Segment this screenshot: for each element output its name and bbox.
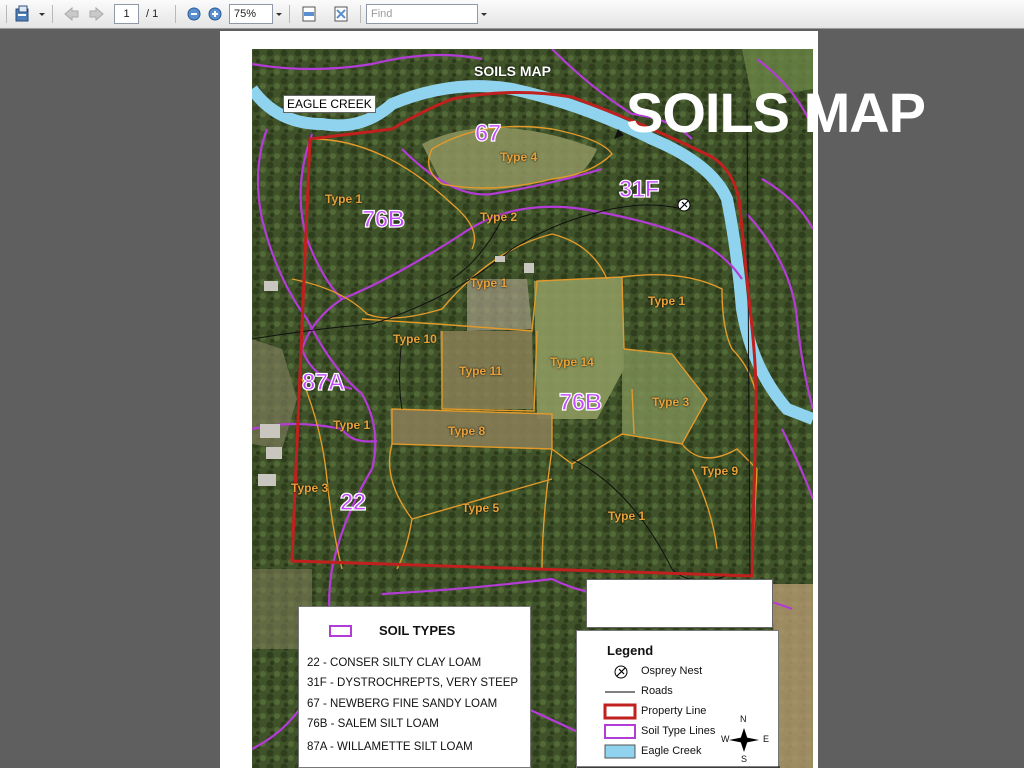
- type-label: Type 1: [608, 509, 646, 523]
- page-number-input[interactable]: 1: [114, 4, 139, 24]
- type-label: Type 5: [462, 501, 500, 515]
- previous-page-icon[interactable]: [62, 5, 80, 23]
- compass-icon: [729, 728, 759, 752]
- type-label: Type 1: [648, 294, 686, 308]
- legend-item-soil-type-lines: Soil Type Lines: [641, 725, 716, 737]
- soils-map-image: SOILS MAP EAGLE CREEK Type 4 Type 1 Type…: [252, 49, 813, 768]
- chevron-down-icon[interactable]: [481, 13, 487, 16]
- chevron-down-icon[interactable]: [39, 13, 45, 16]
- legend-item-property-line: Property Line: [641, 705, 707, 717]
- type-label: Type 1: [470, 276, 508, 290]
- legend-item-roads: Roads: [641, 685, 673, 697]
- type-label: Type 3: [291, 481, 329, 495]
- tools-menu-icon[interactable]: [14, 5, 32, 23]
- soil-code-label: 87A: [301, 368, 345, 396]
- type-label: Type 1: [325, 192, 363, 206]
- toolbar-separator: [6, 5, 7, 23]
- blank-label-box: [586, 579, 773, 628]
- soil-type-item: 76B - SALEM SILT LOAM: [307, 718, 439, 730]
- toolbar-separator: [289, 5, 290, 23]
- next-page-icon[interactable]: [88, 5, 106, 23]
- slide-title: SOILS MAP: [626, 81, 926, 144]
- toolbar-separator: [52, 5, 53, 23]
- fit-width-icon[interactable]: [300, 5, 318, 23]
- type-label: Type 9: [701, 464, 739, 478]
- fit-page-icon[interactable]: [332, 5, 350, 23]
- creek-label: EAGLE CREEK: [283, 95, 376, 113]
- soil-type-item: 87A - WILLAMETTE SILT LOAM: [307, 741, 473, 753]
- type-label: Type 4: [500, 150, 538, 164]
- zoom-in-icon[interactable]: [206, 5, 224, 23]
- map-legend: Legend Osprey Nest Roads Property Line S…: [576, 630, 780, 768]
- compass-west: W: [721, 734, 730, 744]
- soil-code-label: 67: [474, 119, 501, 147]
- compass-south: S: [741, 754, 748, 764]
- find-input[interactable]: Find: [366, 4, 478, 24]
- compass-north: N: [740, 714, 747, 724]
- zoom-out-icon[interactable]: [185, 5, 203, 23]
- legend-item-eagle-creek: Eagle Creek: [641, 745, 702, 757]
- type-label: Type 3: [652, 395, 690, 409]
- soil-type-item: 22 - CONSER SILTY CLAY LOAM: [307, 657, 482, 669]
- osprey-nest-icon: [677, 198, 691, 212]
- soil-types-legend: SOIL TYPES 22 - CONSER SILTY CLAY LOAM 3…: [298, 606, 531, 768]
- type-label: Type 14: [550, 355, 594, 369]
- zoom-level-select[interactable]: 75%: [229, 4, 273, 24]
- soil-code-label: 76B: [558, 388, 602, 416]
- soil-code-label: 31F: [618, 175, 660, 203]
- soil-type-item: 67 - NEWBERG FINE SANDY LOAM: [307, 698, 498, 710]
- type-label: Type 2: [480, 210, 518, 224]
- soil-code-label: 76B: [361, 205, 405, 233]
- page-total-label: / 1: [146, 8, 159, 20]
- toolbar-separator: [175, 5, 176, 23]
- pdf-viewer-toolbar: 1 / 1 75% Find: [0, 0, 1024, 29]
- soil-code-label: 22: [339, 488, 366, 516]
- map-title-label: SOILS MAP: [474, 63, 552, 79]
- type-label: Type 10: [393, 332, 437, 346]
- type-label: Type 11: [459, 364, 503, 378]
- legend-item-osprey-nest: Osprey Nest: [641, 665, 703, 677]
- type-label: Type 1: [333, 418, 371, 432]
- type-label: Type 8: [448, 424, 486, 438]
- soil-type-swatch: [329, 625, 352, 637]
- chevron-down-icon[interactable]: [276, 13, 282, 16]
- compass-east: E: [763, 734, 770, 744]
- toolbar-separator: [360, 5, 361, 23]
- soil-types-heading: SOIL TYPES: [379, 623, 456, 638]
- soil-type-item: 31F - DYSTROCHREPTS, VERY STEEP: [307, 677, 519, 689]
